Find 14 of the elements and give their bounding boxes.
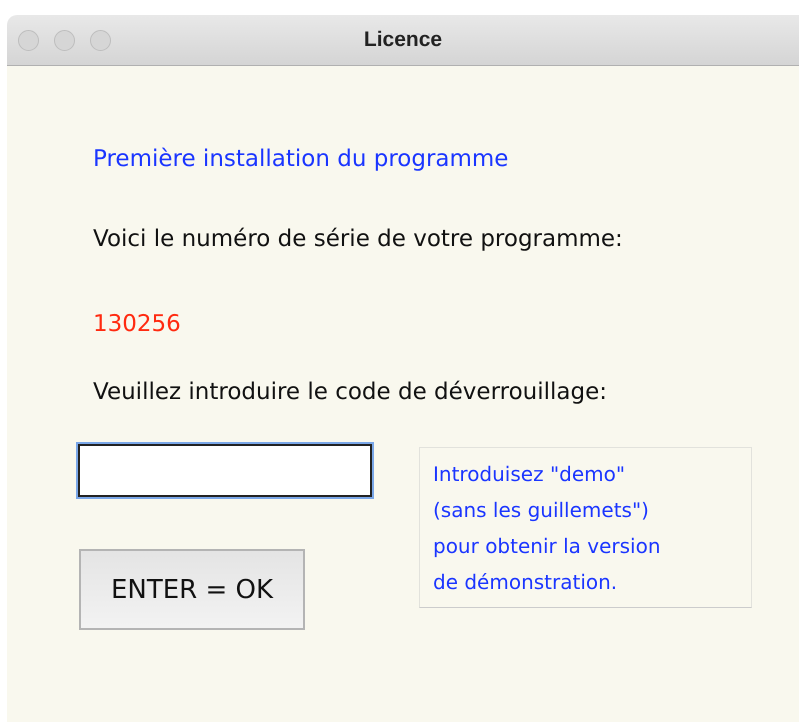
serial-label: Voici le numéro de série de votre programme:	[93, 226, 623, 252]
zoom-button[interactable]	[90, 30, 111, 50]
hint-text: (sans les guillemets")	[433, 497, 649, 524]
heading: Première installation du programme	[93, 145, 508, 172]
hint-text: pour obtenir la version	[433, 533, 660, 560]
hint-text: Introduisez "demo"	[433, 461, 626, 488]
hint-text: de démonstration.	[433, 569, 618, 596]
serial-number: 130256	[93, 311, 181, 337]
close-button[interactable]	[18, 30, 39, 50]
unlock-code-label: Veuillez introduire le code de déverrouillage:	[93, 379, 607, 405]
ok-button[interactable]: ENTER = OK	[79, 549, 305, 630]
unlock-code-field[interactable]	[78, 444, 372, 497]
window-title: Licence	[364, 28, 442, 52]
minimize-button[interactable]	[54, 30, 75, 50]
